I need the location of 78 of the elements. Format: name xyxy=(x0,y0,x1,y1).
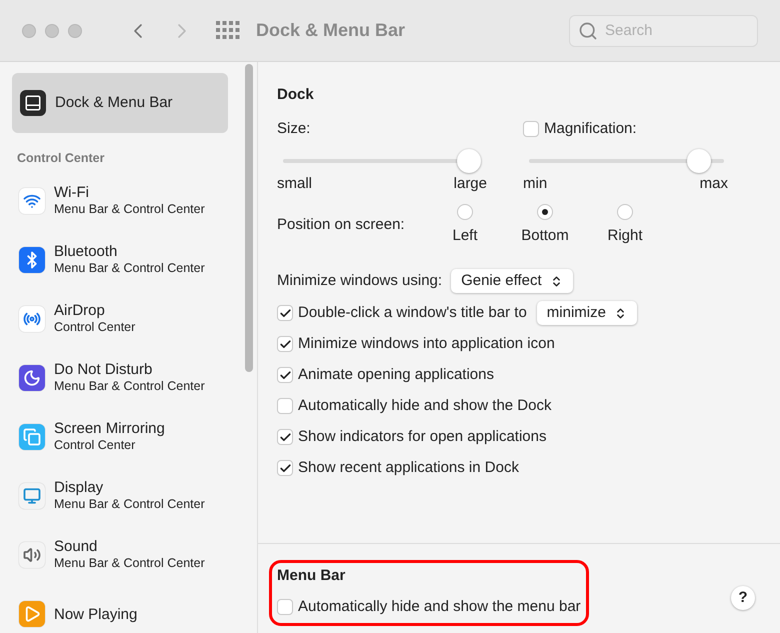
checkbox[interactable] xyxy=(277,460,293,476)
moon-icon xyxy=(19,365,45,392)
item-subtitle: Control Center xyxy=(54,437,136,454)
item-subtitle: Menu Bar & Control Center xyxy=(54,496,205,514)
checkbox[interactable] xyxy=(523,120,539,137)
sidebar-item[interactable]: Now Playing xyxy=(12,584,228,633)
sidebar-item[interactable]: Dock & Menu Bar xyxy=(12,73,228,133)
grid-icon[interactable] xyxy=(216,20,240,40)
checkbox-label: Show recent applications in Dock xyxy=(298,458,519,478)
item-subtitle: Menu Bar & Control Center xyxy=(54,555,205,572)
window-title: Dock & Menu Bar xyxy=(256,19,406,42)
magnification-label: Magnification: xyxy=(544,118,637,138)
search-icon xyxy=(578,20,598,40)
slider-min-label: min xyxy=(523,174,548,194)
screen-mirroring-icon xyxy=(19,424,45,450)
checkbox[interactable] xyxy=(277,305,293,321)
item-title: Now Playing xyxy=(54,606,138,623)
airdrop-icon xyxy=(19,306,45,332)
slider[interactable] xyxy=(529,149,724,173)
slider-thumb[interactable] xyxy=(686,149,711,173)
item-subtitle: Menu Bar & Control Center xyxy=(54,201,205,218)
help-button[interactable]: ? xyxy=(731,586,755,610)
item-subtitle: Menu Bar & Control Center xyxy=(54,260,205,278)
popup-button[interactable]: Genie effect xyxy=(451,269,573,293)
sidebar-item[interactable]: Display Menu Bar & Control Center xyxy=(12,466,228,526)
zoom-window-control[interactable] xyxy=(68,24,82,38)
scrollbar-thumb[interactable] xyxy=(244,64,252,372)
item-title: AirDrop xyxy=(54,302,106,320)
sidebar-item[interactable]: Do Not Disturb Menu Bar & Control Center xyxy=(12,348,228,408)
sidebar-item[interactable]: Wi-Fi Menu Bar & Control Center xyxy=(12,172,228,231)
checkbox-label: Minimize windows into application icon xyxy=(298,334,555,354)
section-heading: Control Center xyxy=(17,150,106,167)
radio-button[interactable] xyxy=(457,204,473,220)
radio-label: Bottom xyxy=(521,226,569,246)
sidebar-item[interactable]: AirDrop Control Center xyxy=(12,290,228,349)
slider-thumb[interactable] xyxy=(457,149,482,173)
item-subtitle: Control Center xyxy=(54,319,136,336)
radio-button[interactable] xyxy=(537,204,553,220)
radio-label: Left xyxy=(452,226,478,246)
radio-button[interactable] xyxy=(617,204,633,220)
sidebar-item[interactable]: Sound Menu Bar & Control Center xyxy=(12,526,228,585)
minimize-label: Minimize windows using: xyxy=(277,270,442,291)
sidebar-item[interactable]: Screen Mirroring Control Center xyxy=(12,408,228,467)
sidebar-item[interactable]: Bluetooth Menu Bar & Control Center xyxy=(12,230,228,290)
section-heading: Dock xyxy=(277,85,315,105)
size-label: Size: xyxy=(277,118,312,138)
checkbox[interactable] xyxy=(277,367,293,383)
item-title: Display xyxy=(54,479,104,496)
checkbox[interactable] xyxy=(277,598,293,615)
item-title: Wi-Fi xyxy=(54,184,90,202)
search-field[interactable]: Search xyxy=(569,14,758,46)
minimize-window-control[interactable] xyxy=(45,24,59,38)
position-label: Position on screen: xyxy=(277,215,406,235)
item-title: Sound xyxy=(54,538,98,556)
checkbox-label: Automatically hide and show the Dock xyxy=(298,396,552,416)
checkbox-label: Animate opening applications xyxy=(298,364,494,385)
close-window-control[interactable] xyxy=(22,24,36,38)
bluetooth-icon xyxy=(19,247,45,274)
item-title: Screen Mirroring xyxy=(54,420,165,438)
item-subtitle: Menu Bar & Control Center xyxy=(54,378,205,396)
slider[interactable] xyxy=(283,149,481,173)
checkbox[interactable] xyxy=(277,398,293,414)
slider-min-label: small xyxy=(277,174,312,194)
checkbox-label: Show indicators for open applications xyxy=(298,426,546,447)
play-icon xyxy=(19,601,45,628)
dock-menu-bar-icon xyxy=(20,90,46,116)
slider-max-label: max xyxy=(700,174,728,194)
item-title: Do Not Disturb xyxy=(54,361,154,378)
popup-button[interactable]: minimize xyxy=(536,301,637,325)
wifi-icon xyxy=(19,188,45,214)
section-heading: Menu Bar xyxy=(277,566,346,586)
slider-max-label: large xyxy=(454,174,487,194)
item-title: Bluetooth xyxy=(54,243,118,260)
checkbox[interactable] xyxy=(277,429,293,445)
radio-label: Right xyxy=(607,226,643,246)
checkbox[interactable] xyxy=(277,336,293,352)
checkbox-label: Double-click a window's title bar to xyxy=(298,302,527,323)
checkbox-label: Automatically hide and show the menu bar xyxy=(298,596,581,616)
